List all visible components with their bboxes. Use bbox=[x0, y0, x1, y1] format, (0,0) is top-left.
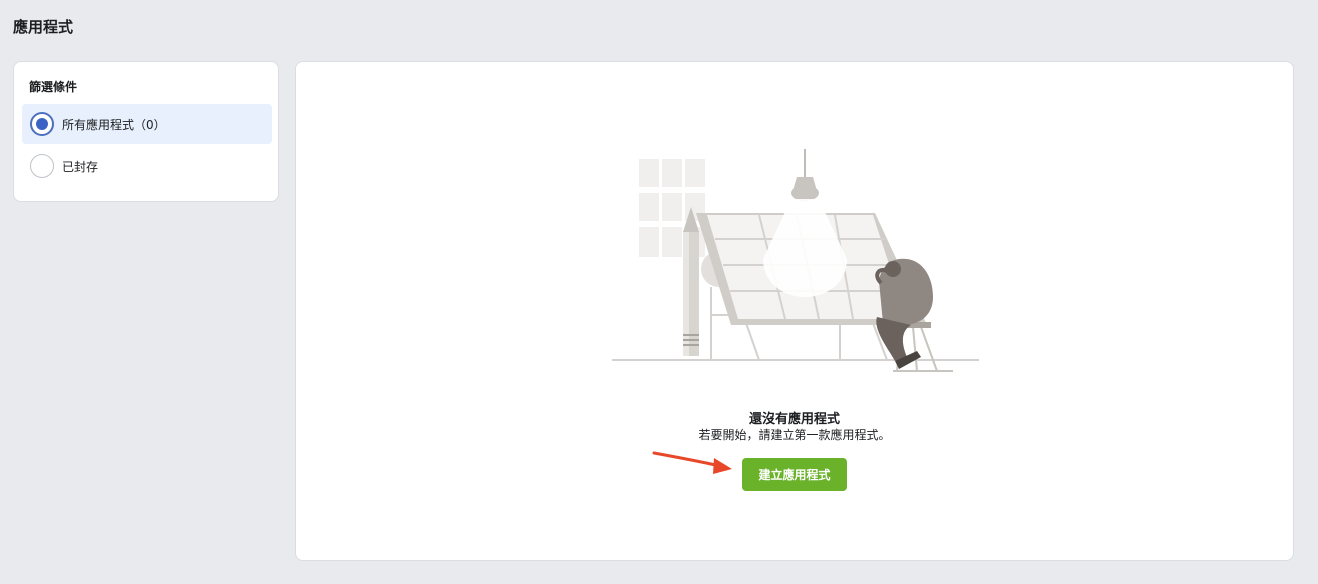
filter-panel: 篩選條件 所有應用程式（0） 已封存 bbox=[13, 61, 279, 202]
empty-state-subtitle: 若要開始，請建立第一款應用程式。 bbox=[698, 428, 891, 442]
person-at-drafting-table-illustration bbox=[612, 149, 979, 372]
radio-checked-icon[interactable] bbox=[30, 112, 54, 136]
page-title: 應用程式 bbox=[13, 18, 74, 36]
filter-title: 篩選條件 bbox=[29, 80, 78, 94]
create-app-button[interactable]: 建立應用程式 bbox=[742, 458, 847, 491]
filter-option-label: 所有應用程式（0） bbox=[62, 118, 166, 132]
filter-option-archived[interactable]: 已封存 bbox=[22, 146, 272, 186]
annotation-arrow-icon bbox=[652, 451, 732, 474]
filter-option-all-apps[interactable]: 所有應用程式（0） bbox=[22, 104, 272, 144]
apps-empty-state-panel: 還沒有應用程式 若要開始，請建立第一款應用程式。 建立應用程式 bbox=[295, 61, 1294, 561]
empty-state-title: 還沒有應用程式 bbox=[748, 412, 840, 427]
filter-option-label: 已封存 bbox=[62, 160, 99, 174]
radio-unchecked-icon[interactable] bbox=[30, 154, 54, 178]
